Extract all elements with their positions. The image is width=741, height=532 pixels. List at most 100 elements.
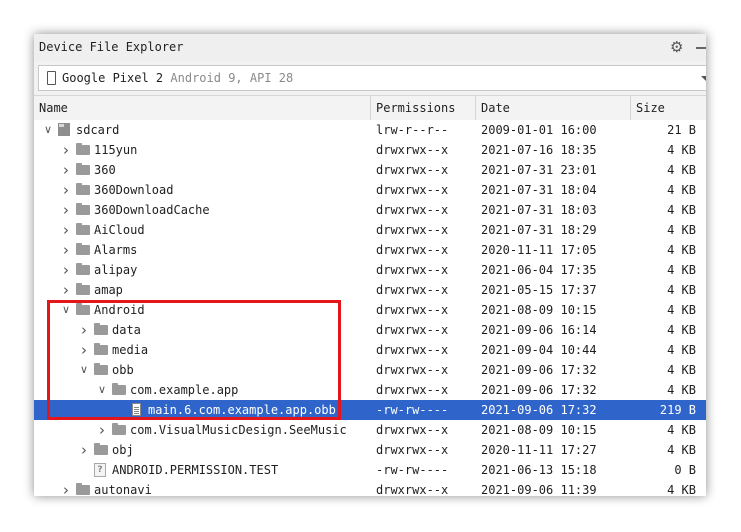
row-name: obj [112, 443, 134, 457]
minimize-icon[interactable] [696, 47, 706, 49]
chevron-right-icon[interactable]: › [78, 440, 90, 460]
row-date: 2021-09-06 17:32 [481, 363, 597, 377]
table-row[interactable]: › 115yun drwxrwx--x 2021-07-16 18:35 4 KB [34, 140, 706, 160]
table-row[interactable]: › Alarms drwxrwx--x 2020-11-11 17:05 4 KB [34, 240, 706, 260]
chevron-right-icon[interactable]: › [60, 240, 72, 260]
row-date: 2021-09-04 10:44 [481, 343, 597, 357]
folder-icon [76, 283, 90, 295]
chevron-right-icon[interactable]: › [60, 200, 72, 220]
phone-icon [47, 71, 56, 85]
table-header: Name Permissions Date Size [34, 95, 706, 121]
table-row[interactable]: › data drwxrwx--x 2021-09-06 16:14 4 KB [34, 320, 706, 340]
row-permissions: drwxrwx--x [376, 283, 449, 297]
chevron-right-icon[interactable]: › [60, 160, 72, 180]
chevron-right-icon[interactable]: › [78, 320, 90, 340]
row-permissions: -rw-rw---- [376, 463, 449, 477]
device-label: Google Pixel 2 Android 9, API 28 [62, 71, 293, 85]
row-size: 4 KB [667, 423, 696, 437]
row-permissions: -rw-rw---- [376, 403, 449, 417]
panel-title: Device File Explorer [39, 40, 184, 54]
row-date: 2021-07-31 18:04 [481, 183, 597, 197]
table-row[interactable]: ? ANDROID.PERMISSION.TEST -rw-rw---- 2021-0… [34, 460, 706, 480]
row-name: 360Download [94, 183, 174, 197]
row-date: 2021-05-15 17:37 [481, 283, 597, 297]
column-header-name[interactable]: Name [34, 96, 371, 120]
folder-icon [94, 363, 108, 375]
row-name: obb [112, 363, 134, 377]
row-permissions: drwxrwx--x [376, 303, 449, 317]
table-row[interactable]: › amap drwxrwx--x 2021-05-15 17:37 4 KB [34, 280, 706, 300]
row-permissions: drwxrwx--x [376, 423, 449, 437]
gear-icon[interactable]: ⚙ [670, 38, 688, 56]
chevron-right-icon[interactable]: › [96, 420, 108, 440]
column-header-permissions[interactable]: Permissions [371, 96, 476, 120]
file-icon [132, 403, 141, 416]
row-size: 4 KB [667, 383, 696, 397]
chevron-down-icon[interactable] [701, 76, 706, 81]
table-row[interactable]: › 360Download drwxrwx--x 2021-07-31 18:04 4 … [34, 180, 706, 200]
table-row[interactable]: › obj drwxrwx--x 2020-11-11 17:27 4 KB [34, 440, 706, 460]
table-row[interactable]: ∨ com.example.app drwxrwx--x 2021-09-06 17:… [34, 380, 706, 400]
chevron-down-icon[interactable]: ∨ [96, 380, 108, 400]
device-name: Google Pixel 2 [62, 71, 164, 85]
table-row[interactable]: ∨ obb drwxrwx--x 2021-09-06 17:32 4 KB [34, 360, 706, 380]
table-row[interactable]: › com.VisualMusicDesign.SeeMusic drwxrwx--… [34, 420, 706, 440]
chevron-right-icon[interactable]: › [78, 340, 90, 360]
chevron-right-icon[interactable]: › [60, 140, 72, 160]
row-size: 4 KB [667, 483, 696, 496]
column-header-size[interactable]: Size [631, 96, 706, 120]
chevron-right-icon[interactable]: › [60, 280, 72, 300]
chevron-right-icon[interactable]: › [60, 480, 72, 496]
device-selector[interactable]: Google Pixel 2 Android 9, API 28 [38, 65, 706, 91]
row-size: 4 KB [667, 163, 696, 177]
table-row[interactable]: › autonavi drwxrwx--x 2021-09-06 11:39 4 KB [34, 480, 706, 496]
chevron-right-icon[interactable]: › [60, 180, 72, 200]
chevron-down-icon[interactable]: ∨ [42, 120, 54, 140]
device-file-explorer-panel: Device File Explorer ⚙ Google Pixel 2 An… [34, 34, 706, 496]
row-name: com.example.app [130, 383, 239, 397]
table-row[interactable]: › 360DownloadCache drwxrwx--x 2021-07-31 18… [34, 200, 706, 220]
sdcard-icon [58, 123, 70, 136]
row-permissions: drwxrwx--x [376, 343, 449, 357]
row-date: 2021-08-09 10:15 [481, 303, 597, 317]
row-size: 219 B [659, 403, 696, 417]
chevron-right-icon[interactable]: › [60, 260, 72, 280]
table-row[interactable]: › media drwxrwx--x 2021-09-04 10:44 4 KB [34, 340, 706, 360]
row-name: amap [94, 283, 123, 297]
row-name: ANDROID.PERMISSION.TEST [112, 463, 279, 477]
chevron-right-icon[interactable]: › [60, 220, 72, 240]
table-row[interactable]: ∨ sdcard lrw-r--r-- 2009-01-01 16:00 21 B [34, 120, 706, 140]
row-name: data [112, 323, 141, 337]
table-row[interactable]: › AiCloud drwxrwx--x 2021-07-31 18:29 4 KB [34, 220, 706, 240]
row-permissions: drwxrwx--x [376, 383, 449, 397]
row-permissions: drwxrwx--x [376, 243, 449, 257]
row-size: 4 KB [667, 323, 696, 337]
row-permissions: drwxrwx--x [376, 483, 449, 496]
row-size: 21 B [667, 123, 696, 137]
row-permissions: lrw-r--r-- [376, 123, 449, 137]
chevron-down-icon[interactable]: ∨ [60, 300, 72, 320]
table-row[interactable]: › alipay drwxrwx--x 2021-06-04 17:35 4 KB [34, 260, 706, 280]
row-date: 2021-06-04 17:35 [481, 263, 597, 277]
file-tree: ∨ sdcard lrw-r--r-- 2009-01-01 16:00 21 B › 11… [34, 120, 706, 496]
folder-icon [76, 203, 90, 215]
folder-icon [94, 343, 108, 355]
table-row[interactable]: main.6.com.example.app.obb -rw-rw---- 2021… [34, 400, 706, 420]
row-permissions: drwxrwx--x [376, 203, 449, 217]
chevron-down-icon[interactable]: ∨ [78, 360, 90, 380]
row-permissions: drwxrwx--x [376, 443, 449, 457]
row-size: 4 KB [667, 223, 696, 237]
row-date: 2020-11-11 17:05 [481, 243, 597, 257]
row-size: 4 KB [667, 303, 696, 317]
row-permissions: drwxrwx--x [376, 143, 449, 157]
row-permissions: drwxrwx--x [376, 323, 449, 337]
row-size: 4 KB [667, 343, 696, 357]
folder-icon [94, 323, 108, 335]
row-size: 4 KB [667, 203, 696, 217]
row-permissions: drwxrwx--x [376, 183, 449, 197]
table-row[interactable]: ∨ Android drwxrwx--x 2021-08-09 10:15 4 KB [34, 300, 706, 320]
column-header-date[interactable]: Date [476, 96, 631, 120]
table-row[interactable]: › 360 drwxrwx--x 2021-07-31 23:01 4 KB [34, 160, 706, 180]
row-date: 2020-11-11 17:27 [481, 443, 597, 457]
folder-icon [76, 263, 90, 275]
